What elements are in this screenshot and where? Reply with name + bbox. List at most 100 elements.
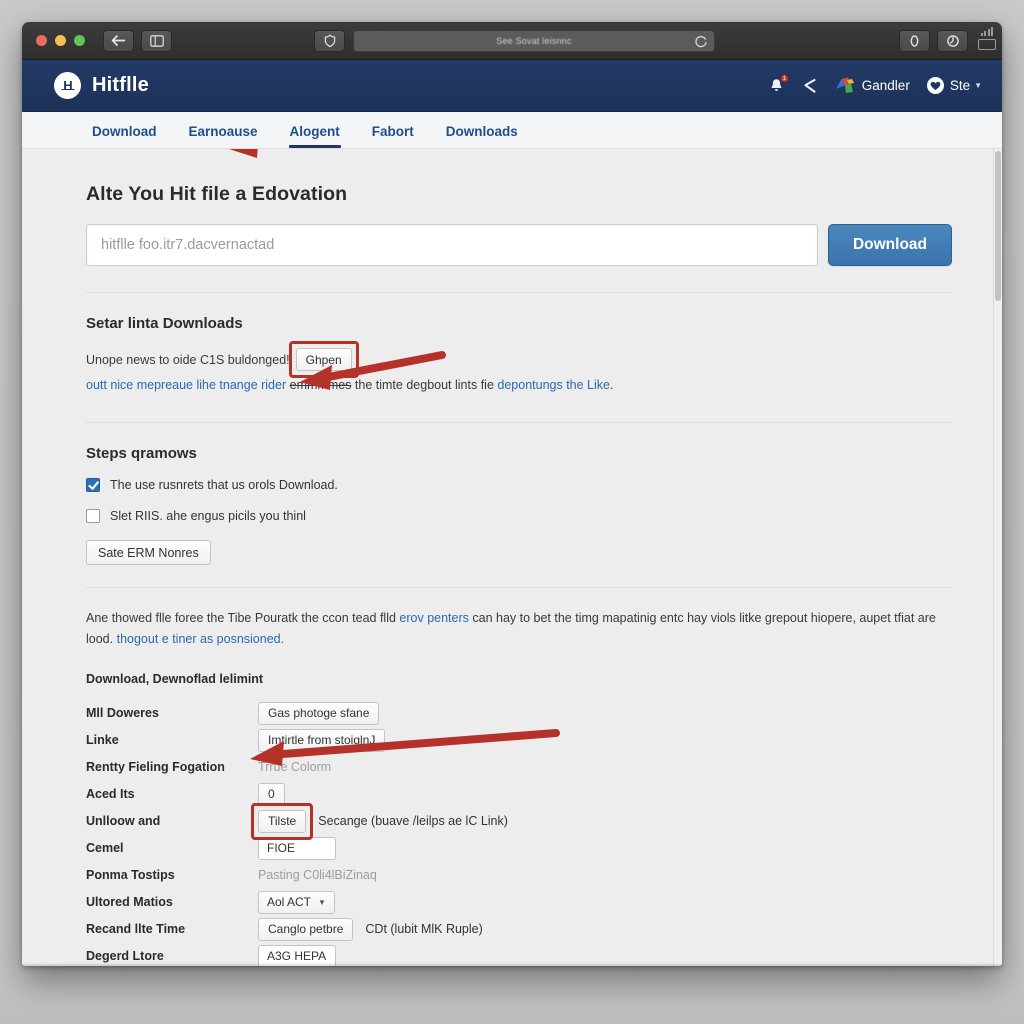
setar-mid-text: the timte degbout lints fie [354,378,494,392]
detail-row-label: Rentty Fieling Fogation [86,760,225,774]
setar-link-b[interactable]: depontungs the Like [497,378,610,392]
minimize-icon[interactable] [980,27,994,36]
download-url-input[interactable]: hitflle foo.itr7.dacvernactad [86,224,818,266]
site-header: H Hitflle 1 Gandler Ste ▼ [22,60,1002,112]
zero-icon[interactable] [899,30,930,52]
detail-row-label: Linke [86,733,119,747]
setar-text-before: Unope news to oide C1S buldonged! [86,352,290,367]
setar-period: . [609,378,614,392]
detail-button[interactable]: 0 [258,782,285,806]
ghpen-highlight: Ghpen [288,341,359,378]
tab-fabort[interactable]: Fabort [356,124,430,148]
detail-row-label: Degerd Ltore [86,949,164,963]
detail-button[interactable]: Gas photoge sfane [258,701,380,725]
detail-button[interactable]: Imtirtle from stoiglnJ [258,728,386,752]
steps-heading: Steps qramows [86,445,197,462]
detail-row: Recand llte Time Canglo petbre CDt (lubit … [86,916,994,942]
logo-letter: H [63,78,72,93]
back-arrow-icon[interactable] [103,29,134,52]
checkbox-steps-2[interactable] [86,509,100,523]
detail-button[interactable]: Canglo petbre [258,917,354,941]
save-erm-button[interactable]: Sate ERM Nonres [86,540,211,565]
close-window-button[interactable] [36,35,47,46]
detail-row-value: FIOE [258,836,336,860]
detail-text-input[interactable]: FIOE [258,836,336,860]
detail-row-label: Cemel [86,841,124,855]
page-body: Alte You Hit file a Edovation hitflle fo… [22,149,1002,966]
download-row: hitflle foo.itr7.dacvernactad Download [86,224,994,266]
detail-row-label: Aced Its [86,787,135,801]
detail-row-value: Trrue Colorm [258,760,331,774]
address-bar-group: See Sovat leisnnc [314,30,715,52]
detail-row-label: Ponma Tostips [86,868,175,882]
detail-row-label: Mll Doweres [86,706,159,720]
detail-row-value: Pasting C0li4lBiZinaq [258,868,377,882]
page-scrollbar[interactable] [993,149,1002,966]
gander-logo-icon [834,76,855,95]
maximize-icon[interactable] [978,39,996,50]
checkbox-steps-1-label: The use rusnrets that us orols Download. [110,478,338,492]
detail-row-suffix: CDt (lubit MlK Ruple) [365,922,483,936]
gander-group[interactable]: Gandler [834,76,910,95]
user-label: Ste [949,78,971,93]
detail-row: Ultored Matios Aol ACT ▼ [86,889,994,915]
detail-row-label: Recand llte Time [86,922,186,936]
tab-download[interactable]: Download [54,124,173,148]
detail-readonly-value: Pasting C0li4lBiZinaq [258,868,377,882]
notification-badge: 1 [779,74,789,83]
browser-extension-buttons [899,30,968,52]
header-right-group: 1 Gandler Ste ▼ [768,74,982,95]
chevron-down-icon: ▼ [974,81,982,90]
tab-earnoause[interactable]: Earnoause [173,124,274,148]
ghpen-button[interactable]: Ghpen [295,348,352,371]
download-button[interactable]: Download [828,224,952,266]
window-bottom-edge [22,963,1002,966]
detail-row: Unlloow and Tilste Secange (buave /leilps … [86,802,994,840]
setar-line-1: Unope news to oide C1S buldonged! Ghpen [86,341,994,378]
checkbox-steps-1[interactable] [86,478,100,492]
shield-icon[interactable] [314,30,345,52]
brand-logo-group[interactable]: H Hitflle [54,72,149,99]
detail-button[interactable]: Tilste [258,809,307,833]
setar-link-a[interactable]: outt nice mepreaue lihe tnange rider [86,378,286,392]
hitfile-logo-icon: H [54,72,81,99]
user-menu[interactable]: Ste ▼ [926,77,982,94]
address-text: See Sovat leisnnc [496,36,572,46]
window-traffic-lights [36,35,85,46]
detail-dropdown-label: Aol ACT [267,895,312,909]
bell-icon[interactable]: 1 [768,74,789,94]
setar-line-2: outt nice mepreaue lihe tnange rider emm… [86,375,994,396]
clock-icon[interactable] [937,30,968,52]
maximize-window-button[interactable] [74,35,85,46]
detail-row: Mll Doweres Gas photoge sfane [86,700,994,726]
brand-name: Hitflle [92,74,149,96]
address-input[interactable]: See Sovat leisnnc [353,30,715,52]
tilste-highlight: Tilste [250,802,314,840]
note-link-erov[interactable]: erov penters [399,611,468,625]
reload-icon[interactable] [694,34,708,48]
detail-row: Rentty Fieling Fogation Trrue Colorm [86,754,994,780]
setar-heading: Setar linta Downloads [86,315,243,332]
detail-row-value: Imtirtle from stoiglnJ [258,728,386,752]
tab-downloads[interactable]: Downloads [430,124,534,148]
sidebar-toggle-icon[interactable] [141,29,172,52]
detail-row-suffix: Secange (buave /leilps ae lC Link) [318,814,508,828]
detail-dropdown[interactable]: Aol ACT ▼ [258,890,335,914]
browser-window: See Sovat leisnnc H Hitflle 1 Gandler St… [22,22,1002,966]
divider-3 [86,587,952,588]
note-paragraph: Ane thowed flle foree the Tibe Pouratk t… [86,608,994,650]
detail-row-value: Aol ACT ▼ [258,890,335,914]
detail-row-value: Tilste Secange (buave /leilps ae lC Link) [250,802,508,840]
note-link-thogout[interactable]: thogout e tiner as posnsioned. [117,632,284,646]
chevron-down-icon: ▼ [318,897,326,907]
minimize-window-button[interactable] [55,35,66,46]
note-line1-a: Ane thowed flle foree the Tibe Pouratk t… [86,611,396,625]
share-icon[interactable] [802,78,817,94]
gander-label: Gandler [861,78,910,93]
browser-nav-buttons [103,29,172,52]
checkbox-steps-2-label: Slet RIIS. ahe engus picils you thinl [110,509,306,523]
detail-section-title: Download, Dewnoflad lelimint [86,672,264,686]
scrollbar-thumb[interactable] [995,151,1001,301]
tab-alogent[interactable]: Alogent [274,124,356,148]
checkbox-row-2: Slet RIIS. ahe engus picils you thinl [86,509,994,523]
